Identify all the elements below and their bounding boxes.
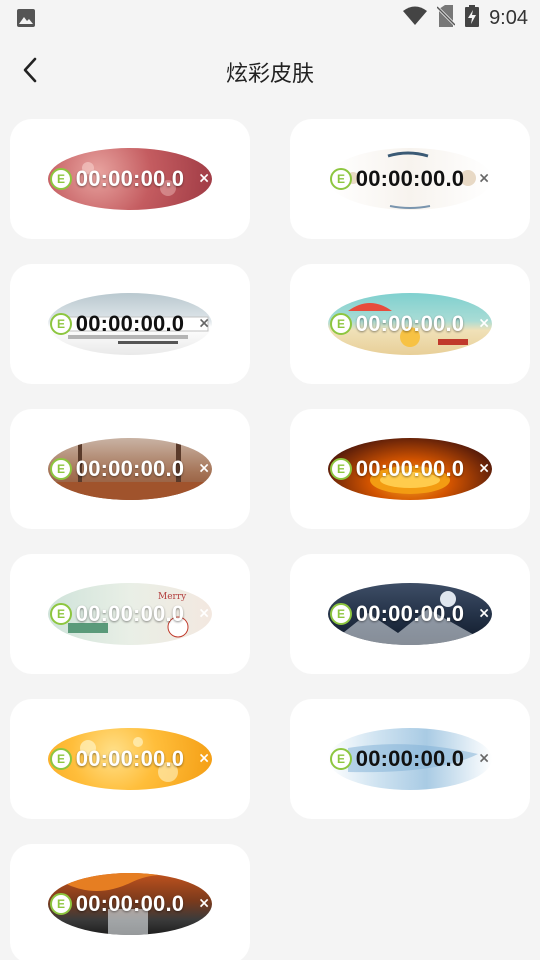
app-bar: 炫彩皮肤 bbox=[0, 36, 540, 104]
app-logo-icon: E bbox=[50, 748, 72, 770]
app-logo-icon: E bbox=[50, 168, 72, 190]
close-icon: × bbox=[198, 315, 210, 332]
app-logo-icon: E bbox=[330, 603, 352, 625]
close-icon: × bbox=[478, 605, 490, 622]
close-icon: × bbox=[478, 170, 490, 187]
image-icon bbox=[16, 8, 36, 28]
app-logo-icon: E bbox=[330, 168, 352, 190]
timer-text: 00:00:00.0 bbox=[355, 601, 465, 626]
skin-preview: E 00:00:00.0 × bbox=[48, 293, 212, 355]
app-logo-icon: E bbox=[330, 313, 352, 335]
timer-text: 00:00:00.0 bbox=[75, 891, 185, 916]
skin-card-pumpkin[interactable]: E 00:00:00.0 × bbox=[290, 409, 530, 529]
app-logo-icon: E bbox=[50, 458, 72, 480]
skin-preview: E 00:00:00.0 × bbox=[328, 148, 492, 210]
skin-preview: E 00:00:00.0 × bbox=[48, 728, 212, 790]
app-logo-icon: E bbox=[50, 313, 72, 335]
skin-card-ink-blue[interactable]: E 00:00:00.0 × bbox=[290, 699, 530, 819]
app-logo-icon: E bbox=[330, 458, 352, 480]
skin-preview: E 00:00:00.0 × bbox=[48, 438, 212, 500]
app-logo-icon: E bbox=[50, 603, 72, 625]
close-icon: × bbox=[198, 750, 210, 767]
timer-text: 00:00:00.0 bbox=[75, 311, 185, 336]
close-icon: × bbox=[478, 315, 490, 332]
skin-card-autumn-forest[interactable]: E 00:00:00.0 × bbox=[10, 409, 250, 529]
close-icon: × bbox=[478, 460, 490, 477]
timer-text: 00:00:00.0 bbox=[75, 601, 185, 626]
close-icon: × bbox=[198, 605, 210, 622]
skin-card-rose[interactable]: E 00:00:00.0 × bbox=[10, 119, 250, 239]
skin-card-orange-bokeh[interactable]: E 00:00:00.0 × bbox=[10, 699, 250, 819]
wifi-icon bbox=[403, 6, 428, 31]
close-icon: × bbox=[198, 460, 210, 477]
close-icon: × bbox=[478, 750, 490, 767]
skin-preview: Merry E 00:00:00.0 × bbox=[48, 583, 212, 645]
timer-text: 00:00:00.0 bbox=[355, 456, 465, 481]
skin-card-waterfall[interactable]: E 00:00:00.0 × bbox=[10, 844, 250, 960]
app-logo-icon: E bbox=[330, 748, 352, 770]
timer-text: 00:00:00.0 bbox=[75, 456, 185, 481]
skin-preview: E 00:00:00.0 × bbox=[328, 583, 492, 645]
timer-text: 00:00:00.0 bbox=[355, 311, 465, 336]
close-icon: × bbox=[198, 895, 210, 912]
skin-card-christmas[interactable]: Merry E 00:00:00.0 × bbox=[10, 554, 250, 674]
close-icon: × bbox=[198, 170, 210, 187]
status-time: 9:04 bbox=[489, 6, 528, 29]
timer-text: 00:00:00.0 bbox=[355, 166, 465, 191]
page-title: 炫彩皮肤 bbox=[225, 62, 314, 87]
skin-card-train[interactable]: E 00:00:00.0 × bbox=[10, 264, 250, 384]
skin-preview: E 00:00:00.0 × bbox=[48, 873, 212, 935]
no-sim-icon bbox=[436, 4, 457, 32]
status-bar: 9:04 bbox=[0, 0, 540, 36]
skin-card-night-sky[interactable]: E 00:00:00.0 × bbox=[290, 554, 530, 674]
app-logo-icon: E bbox=[50, 893, 72, 915]
timer-text: 00:00:00.0 bbox=[75, 166, 185, 191]
battery-charging-icon bbox=[465, 4, 480, 32]
skin-preview: E 00:00:00.0 × bbox=[328, 438, 492, 500]
timer-text: 00:00:00.0 bbox=[75, 746, 185, 771]
skin-preview: E 00:00:00.0 × bbox=[48, 148, 212, 210]
timer-text: 00:00:00.0 bbox=[355, 746, 465, 771]
skin-card-leaves[interactable]: E 00:00:00.0 × bbox=[290, 119, 530, 239]
skin-preview: E 00:00:00.0 × bbox=[328, 728, 492, 790]
skin-preview: E 00:00:00.0 × bbox=[328, 293, 492, 355]
skin-card-beach[interactable]: E 00:00:00.0 × bbox=[290, 264, 530, 384]
